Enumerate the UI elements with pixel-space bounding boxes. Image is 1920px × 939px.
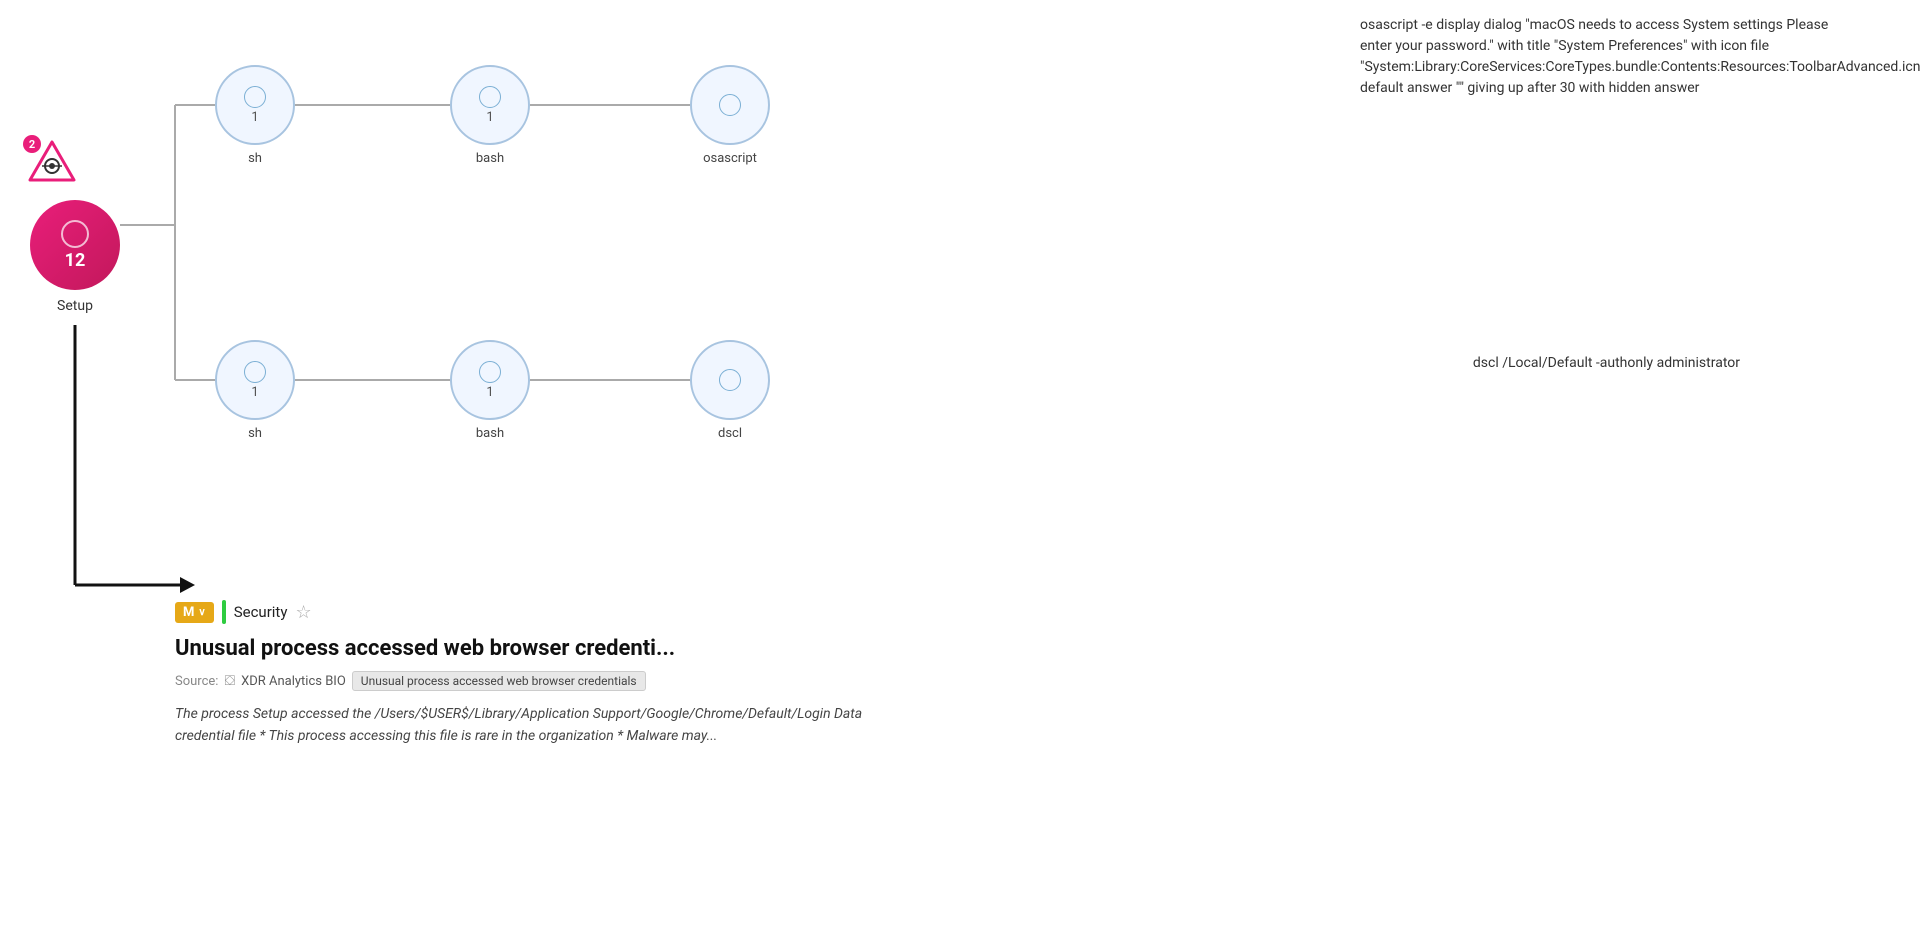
bash-count-bottom: 1 [486,385,493,400]
bash-node-bottom[interactable]: 1 bash [450,340,530,441]
bash-label-top: bash [476,151,504,166]
dscl-circle [690,340,770,420]
command-text-top: osascript -e display dialog "macOS needs… [1360,15,1840,99]
chevron-down-icon: ∨ [198,607,205,618]
alert-section: M ∨ Security ☆ Unusual process accessed … [175,600,875,748]
green-bar [222,600,226,624]
sh-count-top: 1 [251,110,258,125]
sh-circle-top: 1 [215,65,295,145]
alert-header: M ∨ Security ☆ [175,600,875,624]
alert-title[interactable]: Unusual process accessed web browser cre… [175,636,875,661]
source-label: Source: [175,674,218,689]
star-icon[interactable]: ☆ [295,602,311,623]
setup-ring [61,220,89,248]
bash-count-top: 1 [486,110,493,125]
sh-count-bottom: 1 [251,385,258,400]
security-label: Security [234,603,288,621]
setup-count: 12 [65,250,86,271]
bash-node-top[interactable]: 1 bash [450,65,530,166]
setup-label: Setup [57,298,93,314]
bash-inner-ring-bottom [479,361,501,383]
alert-description: The process Setup accessed the /Users/$U… [175,703,875,748]
sh-inner-ring-bottom [244,361,266,383]
sh-label-bottom: sh [248,426,262,441]
alert-source: Source: ⛋ XDR Analytics BIO Unusual proc… [175,671,875,691]
tooltip-chip: Unusual process accessed web browser cre… [352,671,646,691]
xdr-label: XDR Analytics BIO [241,674,346,689]
osascript-node[interactable]: osascript [690,65,770,166]
sh-node-top[interactable]: 1 sh [215,65,295,166]
bash-inner-ring-top [479,86,501,108]
main-container: 2 12 Setup 1 sh [0,0,1920,939]
command-text-bottom: dscl /Local/Default -authonly administra… [1473,355,1740,371]
badge-count: 2 [23,135,41,153]
sh-circle-bottom: 1 [215,340,295,420]
setup-node[interactable]: 12 Setup [30,200,120,314]
setup-circle: 12 [30,200,120,290]
bash-circle-bottom: 1 [450,340,530,420]
bash-circle-top: 1 [450,65,530,145]
bash-label-bottom: bash [476,426,504,441]
dscl-node[interactable]: dscl [690,340,770,441]
dscl-ring [719,369,741,391]
sh-node-bottom[interactable]: 1 sh [215,340,295,441]
warning-badge: 2 [28,140,76,182]
dscl-label: dscl [718,426,742,441]
m-badge[interactable]: M ∨ [175,602,214,623]
sh-inner-ring-top [244,86,266,108]
osascript-label: osascript [703,151,757,166]
osascript-ring [719,94,741,116]
l-arrow-svg [60,325,220,635]
xdr-analytics-icon: ⛋ [224,673,235,689]
sh-label-top: sh [248,151,262,166]
osascript-circle [690,65,770,145]
m-badge-label: M [183,605,194,620]
